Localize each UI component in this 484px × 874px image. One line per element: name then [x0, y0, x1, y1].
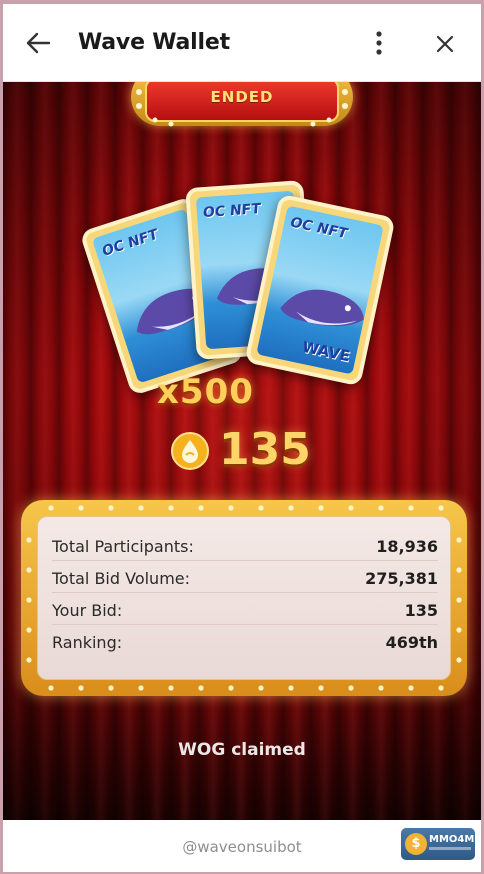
winning-price: 135 [219, 424, 311, 475]
more-menu-button[interactable] [367, 28, 391, 58]
app-window: Wave Wallet ENDED OC NFT OC NFT OC NFT W… [3, 4, 481, 872]
stat-row-participants: Total Participants: 18,936 [52, 529, 438, 561]
arrow-left-icon [26, 32, 51, 54]
nft-quantity: x500 [157, 372, 254, 412]
status-marquee: ENDED [131, 82, 353, 140]
more-vertical-icon [376, 31, 382, 55]
whale-icon [280, 289, 364, 327]
close-icon [436, 35, 454, 53]
stat-value: 275,381 [365, 569, 438, 588]
stat-row-bid-volume: Total Bid Volume: 275,381 [52, 561, 438, 593]
stat-label: Your Bid: [52, 601, 123, 620]
brand-watermark: $ MMO4ME [401, 828, 481, 860]
stat-label: Total Bid Volume: [52, 569, 191, 588]
close-button[interactable] [431, 30, 459, 58]
card-title: OC NFT [202, 201, 262, 222]
brand-label: MMO4ME [429, 834, 481, 845]
app-title: Wave Wallet [78, 30, 230, 55]
auction-stage: ENDED OC NFT OC NFT OC NFT WAVE x500 135… [3, 82, 481, 820]
price-row: 135 [171, 424, 331, 478]
stat-value: 469th [385, 633, 438, 652]
dollar-coin-icon: $ [405, 833, 427, 855]
sui-drop-coin-icon [171, 432, 209, 470]
stat-row-your-bid: Your Bid: 135 [52, 593, 438, 625]
card-title: OC NFT [287, 214, 350, 242]
stats-panel: Total Participants: 18,936 Total Bid Vol… [37, 516, 451, 680]
stat-value: 18,936 [376, 537, 438, 556]
brand-tagline-bar [429, 847, 471, 850]
card-title: OC NFT [101, 226, 160, 261]
stat-label: Ranking: [52, 633, 123, 652]
back-button[interactable] [23, 28, 53, 58]
card-footer-label: WAVE [300, 337, 352, 366]
stats-board: Total Participants: 18,936 Total Bid Vol… [21, 500, 467, 696]
claim-status-text: WOG claimed [178, 740, 306, 760]
stat-label: Total Participants: [52, 537, 194, 556]
stat-value: 135 [404, 601, 438, 620]
app-footer: @waveonsuibot $ MMO4ME [3, 820, 481, 872]
auction-status-label: ENDED [210, 88, 274, 106]
stat-row-ranking: Ranking: 469th [52, 625, 438, 657]
app-header: Wave Wallet [3, 4, 481, 82]
